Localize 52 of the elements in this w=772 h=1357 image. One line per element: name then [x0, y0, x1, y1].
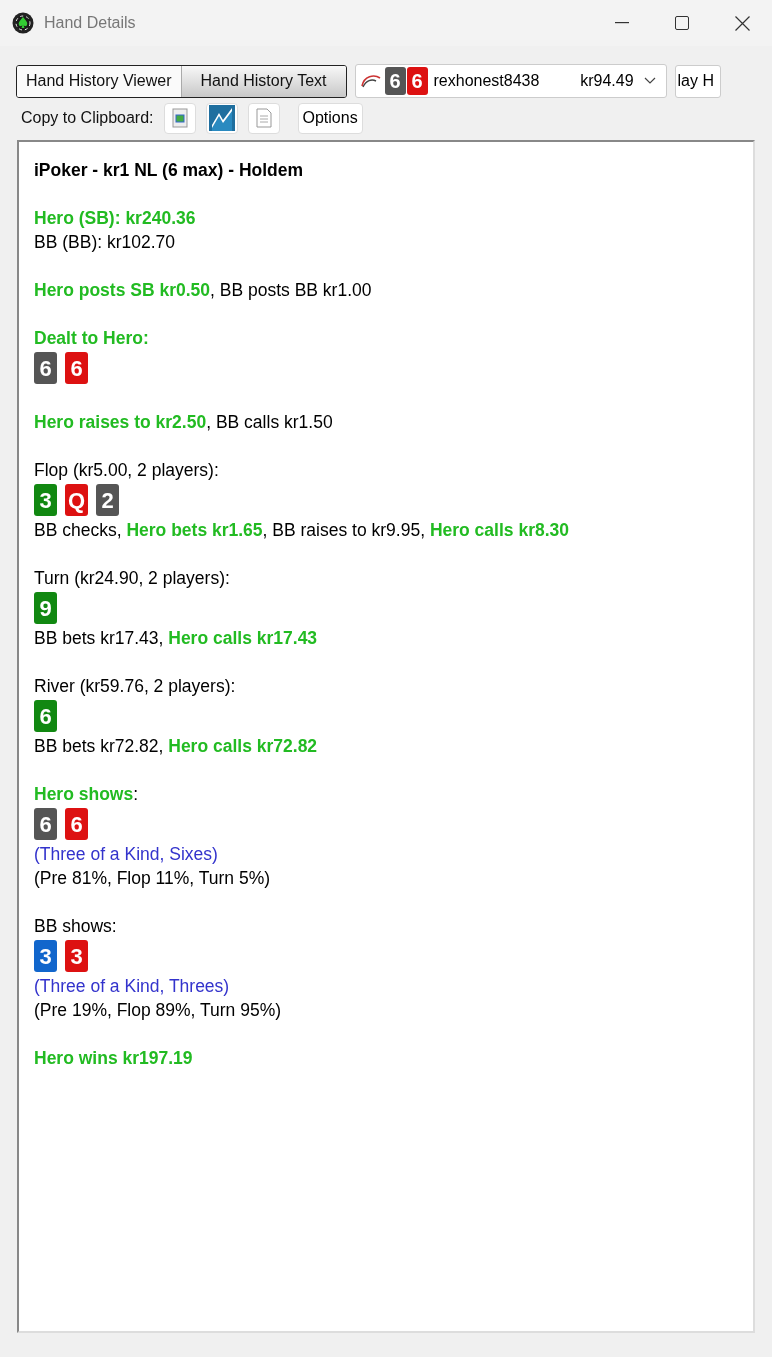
document-icon: [255, 108, 272, 128]
minimize-icon: [615, 22, 629, 24]
history-line: Hero (SB): kr240.36: [34, 207, 197, 230]
history-line: Hero raises to kr2.50, BB calls kr1.50: [34, 411, 334, 434]
window-title: Hand Details: [44, 13, 136, 33]
close-icon: [734, 15, 750, 31]
playing-card: 6: [34, 700, 57, 732]
history-line: BB shows:: [34, 915, 118, 938]
history-line: Dealt to Hero:: [34, 327, 150, 350]
player-stack: kr94.49: [580, 71, 634, 91]
copy-text-button[interactable]: [247, 102, 280, 134]
playing-card: 6: [406, 67, 428, 95]
history-line: Turn (kr24.90, 2 players):: [34, 567, 231, 590]
playing-card: 6: [65, 808, 88, 840]
history-line: River (kr59.76, 2 players):: [34, 675, 237, 698]
player-name: rexhonest8438: [433, 71, 540, 91]
playing-card: 3: [34, 484, 57, 516]
history-line: (Pre 81%, Flop 11%, Turn 5%): [34, 867, 272, 890]
hand-rank-text: (Three of a Kind, Threes): [34, 975, 231, 998]
history-line: Flop (kr5.00, 2 players):: [34, 459, 220, 482]
chevron-down-icon: [643, 77, 656, 85]
playing-card: 6: [34, 352, 57, 384]
spade-chip-icon: [12, 12, 34, 34]
copy-forum-button[interactable]: [205, 102, 238, 134]
playing-card: 3: [65, 940, 88, 972]
history-line: Hero posts SB kr0.50, BB posts BB kr1.00: [34, 279, 373, 302]
history-title: iPoker - kr1 NL (6 max) - Holdem: [34, 159, 305, 182]
maximize-icon: [675, 16, 689, 30]
hand-rank-text: (Three of a Kind, Sixes): [34, 843, 219, 866]
history-line: BB bets kr17.43, Hero calls kr17.43: [34, 627, 319, 650]
history-line: BB checks, Hero bets kr1.65, BB raises to kr9.95, Hero calls kr8.30: [34, 519, 570, 542]
history-line: Hero wins kr197.19: [34, 1047, 194, 1070]
playing-card: Q: [65, 484, 88, 516]
history-line: (Pre 19%, Flop 89%, Turn 95%): [34, 999, 283, 1022]
history-line: BB (BB): kr102.70: [34, 231, 177, 254]
hand-selector[interactable]: 6 6 rexhonest8438 kr94.49: [354, 64, 667, 98]
playing-card: 3: [34, 940, 57, 972]
copy-label: Copy to Clipboard:: [21, 108, 154, 128]
view-tab[interactable]: Hand History Viewer: [17, 65, 181, 97]
playing-card: 6: [65, 352, 88, 384]
replay-button[interactable]: lay H: [674, 64, 721, 98]
image-document-icon: [170, 108, 189, 128]
playing-card: 6: [34, 808, 57, 840]
history-line: Hero shows:: [34, 783, 140, 806]
chart-logo-icon: [208, 105, 235, 131]
copy-image-button[interactable]: [163, 102, 196, 134]
view-tab[interactable]: Hand History Text: [180, 65, 346, 97]
playing-card: 2: [96, 484, 119, 516]
options-button[interactable]: Options: [297, 102, 363, 134]
history-line: BB bets kr72.82, Hero calls kr72.82: [34, 735, 319, 758]
playing-card: 6: [384, 67, 406, 95]
playing-card: 9: [34, 592, 57, 624]
